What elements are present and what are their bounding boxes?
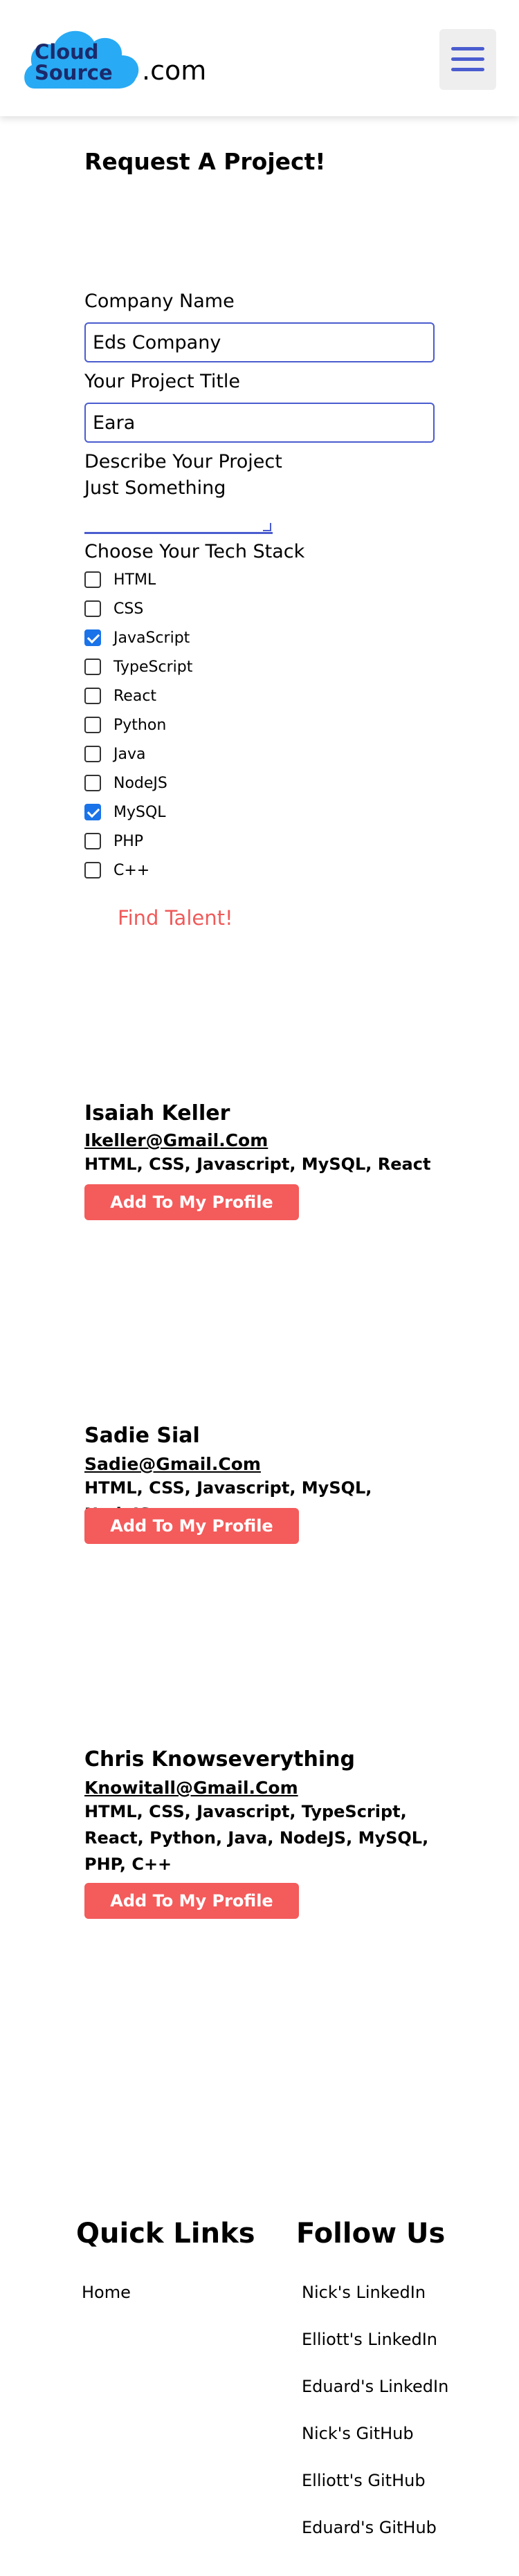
- follow-us-heading: Follow Us: [296, 2218, 446, 2250]
- footer-link-nick-s-github[interactable]: Nick's GitHub: [302, 2424, 414, 2443]
- checkbox[interactable]: [84, 862, 101, 878]
- project-title-input[interactable]: [84, 403, 435, 443]
- tech-stack-label: Choose Your Tech Stack: [84, 541, 305, 562]
- talent-skills: HTML, CSS, Javascript, MySQL, React: [84, 1154, 431, 1174]
- menu-button[interactable]: [439, 29, 496, 90]
- checkbox[interactable]: [84, 659, 101, 675]
- checkbox-label: React: [113, 688, 157, 705]
- checkbox-label: MySQL: [113, 804, 166, 821]
- checkbox[interactable]: [84, 804, 101, 820]
- checkbox-label: HTML: [113, 571, 156, 589]
- company-name-label: Company Name: [84, 291, 235, 312]
- hamburger-icon-bar-1: [451, 47, 484, 50]
- project-title-label: Your Project Title: [84, 371, 241, 392]
- footer-link-eduard-s-linkedin[interactable]: Eduard's LinkedIn: [302, 2377, 448, 2396]
- checkbox[interactable]: [84, 629, 101, 646]
- site-header: Cloud Source .com: [0, 0, 519, 116]
- describe-project-label: Describe Your Project: [84, 451, 282, 472]
- hamburger-icon-bar-2: [451, 57, 484, 61]
- talent-skills: HTML, CSS, Javascript, TypeScript, React…: [84, 1802, 429, 1874]
- checkbox-label: Java: [113, 746, 146, 763]
- checkbox-label: Python: [113, 717, 167, 734]
- checkbox[interactable]: [84, 571, 101, 588]
- footer-link-elliott-s-linkedin[interactable]: Elliott's LinkedIn: [302, 2330, 437, 2349]
- find-talent-button[interactable]: Find Talent!: [118, 906, 233, 930]
- form-title: Request A Project!: [84, 148, 326, 175]
- talent-name: Isaiah Keller: [84, 1101, 230, 1125]
- footer-link-eduard-s-github[interactable]: Eduard's GitHub: [302, 2518, 437, 2537]
- checkbox[interactable]: [84, 833, 101, 849]
- talent-name: Chris Knowseverything: [84, 1747, 355, 1772]
- checkbox-label: JavaScript: [113, 629, 190, 647]
- talent-name: Sadie Sial: [84, 1424, 200, 1448]
- hamburger-icon-bar-3: [451, 68, 484, 71]
- add-to-profile-button[interactable]: Add To My Profile: [84, 1184, 299, 1220]
- talent-email-link[interactable]: Ikeller@Gmail.Com: [84, 1130, 268, 1150]
- logo-line-2: Source: [35, 61, 113, 84]
- footer-link-nick-s-linkedin[interactable]: Nick's LinkedIn: [302, 2283, 426, 2302]
- checkbox-label: NodeJS: [113, 775, 167, 792]
- logo-cloud-source-text: Cloud Source: [35, 42, 113, 83]
- checkbox-label: PHP: [113, 833, 144, 850]
- quick-links-heading: Quick Links: [76, 2218, 255, 2250]
- checkbox[interactable]: [84, 688, 101, 704]
- resize-handle-icon[interactable]: [263, 523, 271, 531]
- talent-email-link[interactable]: Knowitall@Gmail.Com: [84, 1778, 298, 1798]
- logo-line-1: Cloud: [35, 40, 99, 64]
- textarea-underline: [84, 531, 273, 534]
- logo-suffix: .com: [142, 55, 207, 86]
- checkbox-label: CSS: [113, 600, 144, 618]
- checkbox[interactable]: [84, 717, 101, 733]
- checkbox[interactable]: [84, 600, 101, 617]
- footer-link-elliott-s-github[interactable]: Elliott's GitHub: [302, 2471, 426, 2490]
- checkbox-label: TypeScript: [113, 659, 193, 676]
- checkbox[interactable]: [84, 746, 101, 762]
- add-to-profile-button[interactable]: Add To My Profile: [84, 1883, 299, 1919]
- checkbox-label: C++: [113, 862, 150, 879]
- describe-project-textarea[interactable]: Just Something: [84, 477, 226, 499]
- company-name-input[interactable]: [84, 322, 435, 362]
- checkbox[interactable]: [84, 775, 101, 791]
- cloudsource-logo[interactable]: Cloud Source .com: [21, 21, 208, 93]
- add-to-profile-button[interactable]: Add To My Profile: [84, 1508, 299, 1544]
- footer-link-home[interactable]: Home: [82, 2283, 131, 2302]
- talent-email-link[interactable]: Sadie@Gmail.Com: [84, 1454, 261, 1474]
